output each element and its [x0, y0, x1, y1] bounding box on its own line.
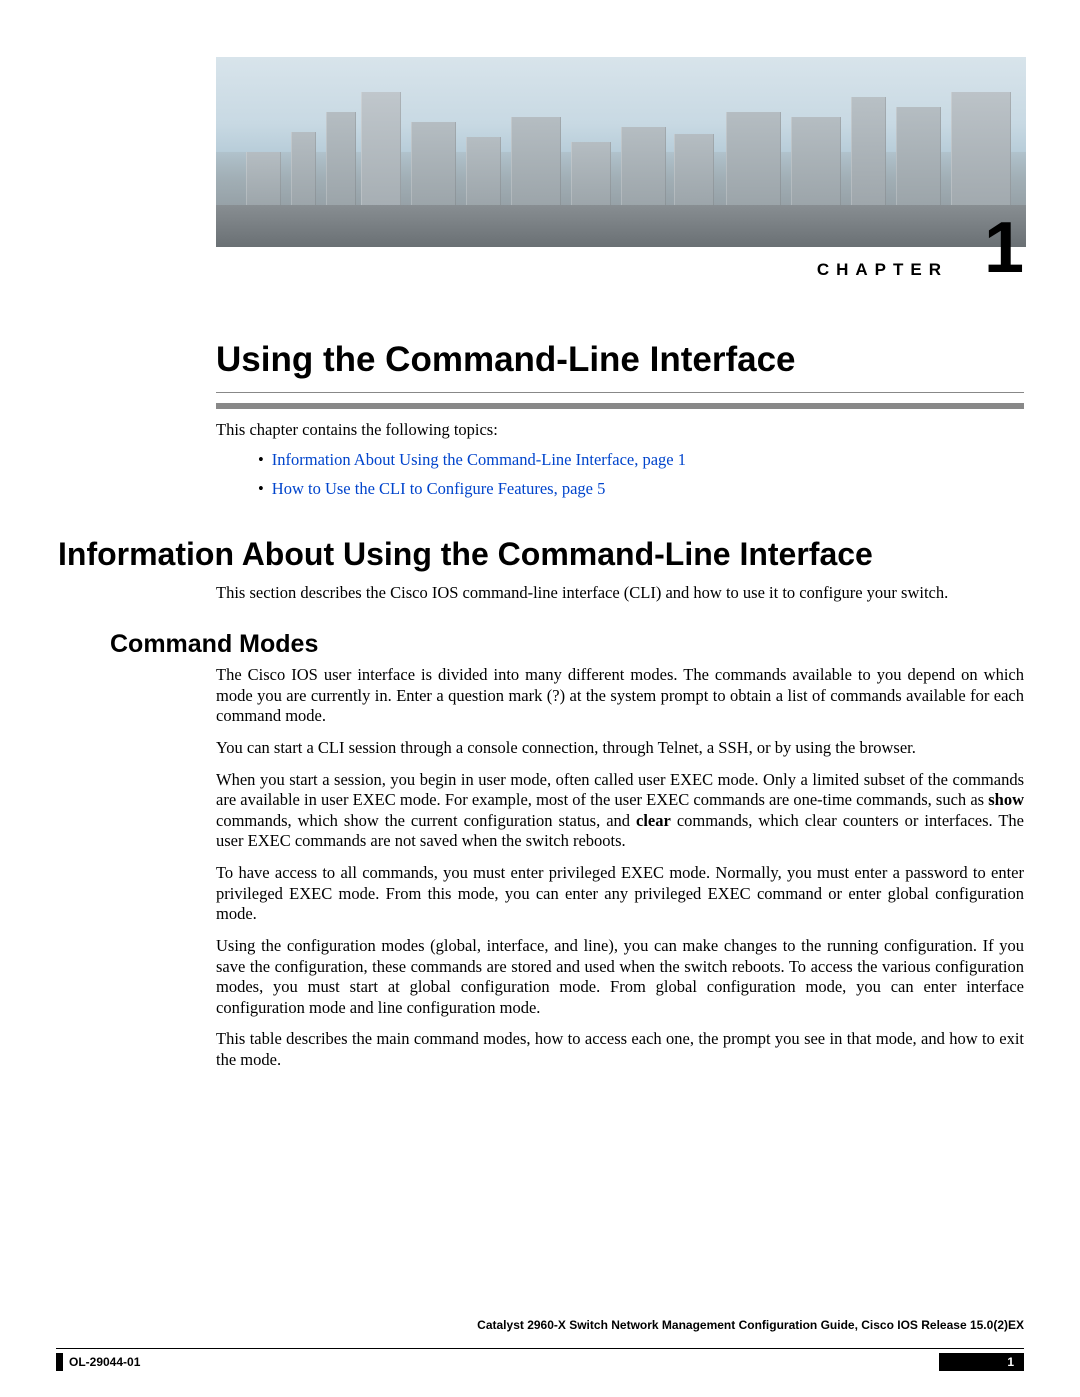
toc-list: Information About Using the Command-Line… [258, 450, 1024, 508]
paragraph: The Cisco IOS user interface is divided … [216, 665, 1024, 727]
toc-link[interactable]: Information About Using the Command-Line… [272, 450, 686, 469]
paragraph: Using the configuration modes (global, i… [216, 936, 1024, 1019]
body-content: The Cisco IOS user interface is divided … [216, 665, 1024, 1082]
section-heading: Information About Using the Command-Line… [58, 536, 873, 573]
chapter-title: Using the Command-Line Interface [216, 340, 1024, 409]
toc-item: Information About Using the Command-Line… [258, 450, 1024, 470]
toc-item: How to Use the CLI to Configure Features… [258, 479, 1024, 499]
paragraph: This table describes the main command mo… [216, 1029, 1024, 1070]
paragraph: To have access to all commands, you must… [216, 863, 1024, 925]
chapter-intro-text: This chapter contains the following topi… [216, 420, 1024, 440]
bold-term: clear [636, 811, 671, 830]
footer-page-number: 1 [1007, 1355, 1014, 1369]
paragraph: You can start a CLI session through a co… [216, 738, 1024, 759]
page-footer: Catalyst 2960-X Switch Network Managemen… [56, 1348, 1024, 1371]
footer-bar-icon [56, 1353, 63, 1371]
footer-doc-id: OL-29044-01 [69, 1355, 140, 1369]
paragraph: When you start a session, you begin in u… [216, 770, 1024, 853]
footer-guide-title: Catalyst 2960-X Switch Network Managemen… [477, 1318, 1024, 1332]
chapter-number: 1 [984, 212, 1024, 284]
bold-term: show [988, 790, 1024, 809]
chapter-label: CHAPTER [817, 260, 948, 280]
subsection-heading: Command Modes [110, 630, 318, 659]
toc-link[interactable]: How to Use the CLI to Configure Features… [272, 479, 606, 498]
section-intro-text: This section describes the Cisco IOS com… [216, 583, 1024, 603]
chapter-banner-image [216, 57, 1026, 247]
footer-page-bar: 1 [939, 1353, 1024, 1371]
